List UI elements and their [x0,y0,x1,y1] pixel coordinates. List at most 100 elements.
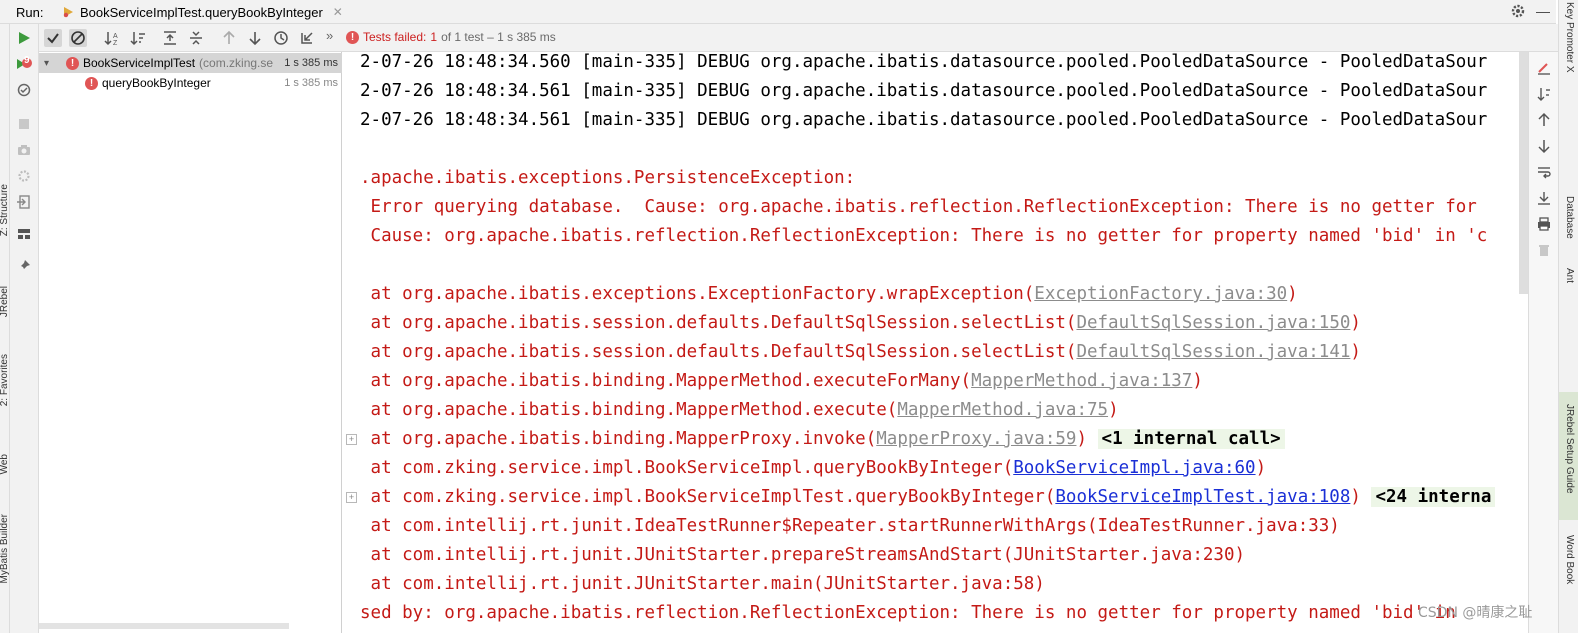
sort-alphabetically-icon[interactable]: AZ [103,29,121,47]
favorites-tool-label[interactable]: 2: Favorites [0,354,9,406]
close-tab-icon[interactable]: ✕ [333,5,343,19]
gear-icon[interactable] [1509,2,1527,20]
internal-calls-fold[interactable]: <24 interna [1371,487,1496,507]
source-link[interactable]: MapperMethod.java:75 [897,400,1108,420]
history-icon[interactable] [272,29,290,47]
fold-expand-icon[interactable]: + [346,492,357,503]
previous-failed-icon[interactable] [220,29,238,47]
stack-frame-suffix: ) [1108,400,1119,420]
expand-all-icon[interactable] [161,29,179,47]
test-runner-toolbar: AZ » ! Tests failed: 1 of 1 test – 1 s 3… [39,24,1558,52]
toggle-auto-test-icon[interactable] [16,82,32,98]
database-tool-label[interactable]: Database [1564,196,1575,239]
exit-icon[interactable] [16,194,32,210]
fold-expand-icon[interactable]: + [346,434,357,445]
failed-count-badge: 9 [24,55,30,66]
source-link[interactable]: MapperProxy.java:59 [876,429,1076,449]
chevron-down-icon[interactable]: ▾ [44,58,54,69]
web-tool-label[interactable]: Web [0,454,9,474]
failed-number: 1 [430,30,438,44]
test-config-icon [63,7,73,18]
stack-frame-text: at org.apache.ibatis.binding.MapperProxy… [360,429,877,449]
test-method-name: queryBookByInteger [102,76,211,90]
pin-icon[interactable] [16,258,32,274]
source-link[interactable]: BookServiceImpl.java:60 [1013,458,1255,478]
settings-cog-icon[interactable] [16,168,32,184]
clear-highlight-icon[interactable] [1536,60,1552,76]
console-gutter: + + [343,52,360,633]
show-ignored-button[interactable] [69,29,87,47]
console-vertical-scrollbar[interactable] [1519,52,1528,294]
run-actions-column: 9 [10,24,39,633]
jrebel-setup-tool-label[interactable]: JRebel Setup Guide [1564,404,1575,494]
console-line: at org.apache.ibatis.session.defaults.De… [360,309,1361,338]
key-promoter-tool-label[interactable]: Key Promoter X [1564,2,1575,73]
test-method-duration: 1 s 385 ms [284,77,338,89]
stack-frame-text: at org.apache.ibatis.session.defaults.De… [360,342,1077,362]
sort-by-duration-icon[interactable] [129,29,147,47]
test-summary: of 1 test – 1 s 385 ms [441,30,556,44]
console-line: at com.intellij.rt.junit.IdeaTestRunner$… [360,516,1340,536]
stack-frame-suffix: ) [1076,429,1098,449]
source-link[interactable]: MapperMethod.java:137 [971,371,1192,391]
tree-horizontal-scrollbar[interactable] [39,623,289,629]
ignored-icon [71,31,85,45]
console-output[interactable]: + + 2-07-26 18:48:34.560 [main-335] DEBUG… [343,52,1528,633]
console-line: .apache.ibatis.exceptions.PersistenceExc… [360,168,856,188]
ant-tool-label[interactable]: Ant [1564,268,1575,283]
stack-frame-text: at com.zking.service.impl.BookServiceImp… [360,487,1056,507]
scroll-down-icon[interactable] [1536,138,1552,154]
more-actions-chevron-icon[interactable]: » [326,28,344,46]
next-failed-icon[interactable] [246,29,264,47]
stop-icon[interactable] [16,116,32,132]
console-line: at org.apache.ibatis.binding.MapperMetho… [360,367,1203,396]
run-label: Run: [16,5,44,20]
run-tab-title: BookServiceImplTest.queryBookByInteger [80,4,323,20]
source-link[interactable]: DefaultSqlSession.java:141 [1076,342,1350,362]
internal-calls-fold[interactable]: <1 internal call> [1097,429,1285,449]
console-line: at com.zking.service.impl.BookServiceImp… [360,483,1496,512]
run-titlebar: Run: BookServiceImplTest.queryBookByInte… [0,0,1556,24]
console-actions-strip [1528,52,1558,633]
stack-frame-suffix: ) [1255,458,1267,478]
sort-lines-icon[interactable] [1536,86,1552,102]
print-icon[interactable] [1536,216,1552,232]
tree-item-test-class[interactable]: ▾ ! BookServiceImplTest (com.zking.se 1 … [39,53,342,73]
source-link[interactable]: BookServiceImplTest.java:108 [1055,487,1350,507]
source-link[interactable]: DefaultSqlSession.java:150 [1076,313,1350,333]
stack-frame-suffix: ) [1192,371,1203,391]
camera-icon[interactable] [16,142,32,158]
rerun-icon[interactable] [16,30,32,46]
console-line: at org.apache.ibatis.exceptions.Exceptio… [360,280,1298,309]
stack-frame-text: at com.zking.service.impl.BookServiceImp… [360,458,1014,478]
word-book-tool-label[interactable]: Word Book [1564,535,1575,584]
checkmark-icon [47,33,59,44]
structure-tool-label[interactable]: Z: Structure [0,184,9,236]
test-class-duration: 1 s 385 ms [281,57,338,69]
stack-frame-text: at org.apache.ibatis.binding.MapperMetho… [360,400,898,420]
tests-failed-label: Tests failed: [363,30,427,44]
jrebel-tool-label[interactable]: JRebel [0,286,9,317]
right-tool-strip: Key Promoter X Database Ant JRebel Setup… [1558,0,1578,633]
test-results-tree: ▾ ! BookServiceImplTest (com.zking.se 1 … [39,52,342,633]
svg-text:A: A [113,33,118,40]
minimize-icon[interactable]: — [1536,3,1550,19]
rerun-failed-tests-button[interactable]: 9 [16,55,32,72]
error-icon: ! [85,76,98,90]
test-status: ! Tests failed: 1 of 1 test – 1 s 385 ms [346,30,556,44]
stack-frame-suffix: ) [1350,313,1361,333]
console-line: at com.intellij.rt.junit.JUnitStarter.pr… [360,545,1246,565]
collapse-all-icon[interactable] [187,29,205,47]
source-link[interactable]: ExceptionFactory.java:30 [1034,284,1287,304]
mybatis-builder-tool-label[interactable]: MyBatis Builder [0,514,9,583]
stack-frame-text: at org.apache.ibatis.session.defaults.De… [360,313,1077,333]
scroll-up-icon[interactable] [1536,112,1552,128]
soft-wrap-icon[interactable] [1536,164,1552,180]
show-passed-button[interactable] [44,29,62,47]
layout-icon[interactable] [16,226,32,242]
export-results-icon[interactable] [298,29,316,47]
tree-item-test-method[interactable]: ! queryBookByInteger 1 s 385 ms [39,73,342,93]
run-tab[interactable]: BookServiceImplTest.queryBookByInteger ✕ [56,0,351,24]
trash-icon[interactable] [1536,242,1552,258]
scroll-to-end-icon[interactable] [1536,190,1552,206]
